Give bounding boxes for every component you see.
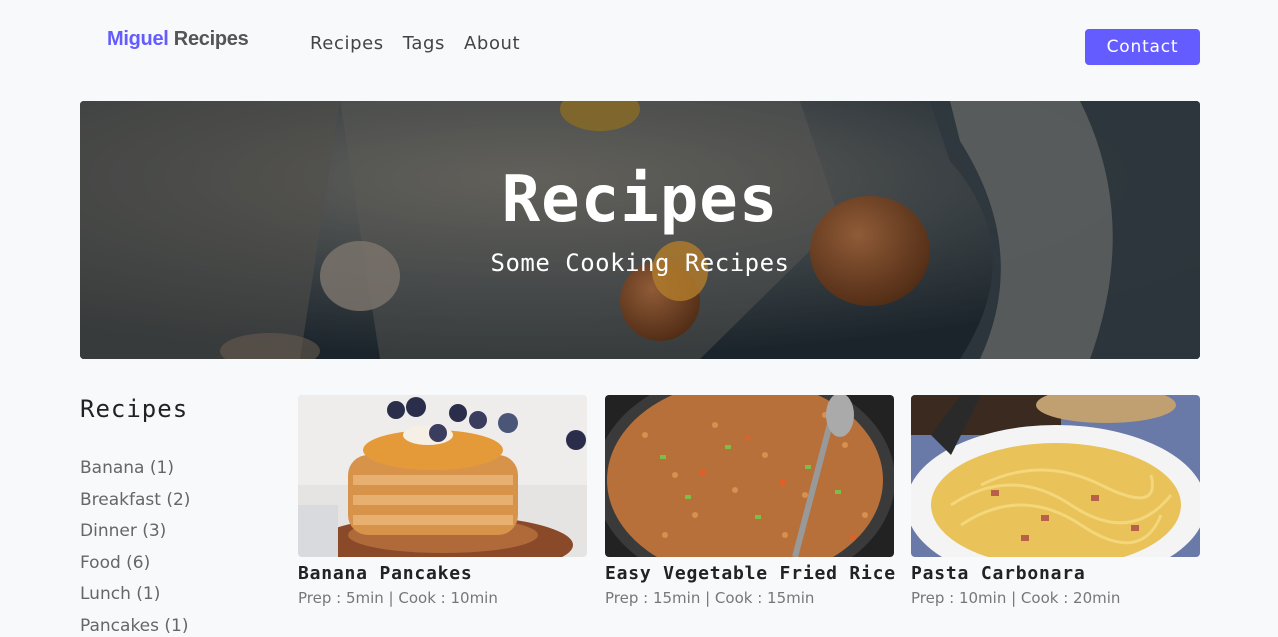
- tag-list: Banana (1) Breakfast (2) Dinner (3) Food…: [80, 453, 280, 637]
- navbar: Miguel Recipes Recipes Tags About Contac…: [0, 0, 1278, 92]
- nav-link-about[interactable]: About: [464, 33, 520, 54]
- nav-link-tags[interactable]: Tags: [403, 33, 445, 54]
- brand-second: Recipes: [173, 28, 249, 50]
- nav-link-recipes[interactable]: Recipes: [310, 33, 384, 54]
- recipe-card-fried-rice[interactable]: Easy Vegetable Fried Rice Prep : 15min |…: [605, 395, 896, 607]
- brand-logo[interactable]: Miguel Recipes: [107, 28, 249, 51]
- recipe-meta: Prep : 15min | Cook : 15min: [605, 589, 815, 607]
- tag-link-food[interactable]: Food (6): [80, 548, 280, 580]
- nav-links: Recipes Tags About: [310, 33, 520, 54]
- fried-rice-image: [605, 395, 894, 557]
- brand-first: Miguel: [107, 28, 169, 50]
- tag-link-banana[interactable]: Banana (1): [80, 453, 280, 485]
- recipe-title: Easy Vegetable Fried Rice: [605, 563, 896, 584]
- tag-link-dinner[interactable]: Dinner (3): [80, 516, 280, 548]
- pasta-carbonara-image: [911, 395, 1200, 557]
- hero-subtitle: Some Cooking Recipes: [490, 249, 790, 277]
- hero-text: Recipes Some Cooking Recipes: [80, 101, 1200, 359]
- banana-pancakes-image: [298, 395, 587, 557]
- recipe-title: Pasta Carbonara: [911, 563, 1086, 584]
- recipe-meta: Prep : 5min | Cook : 10min: [298, 589, 498, 607]
- tag-link-lunch[interactable]: Lunch (1): [80, 579, 280, 611]
- tag-link-pancakes[interactable]: Pancakes (1): [80, 611, 280, 637]
- hero-banner: Recipes Some Cooking Recipes: [80, 101, 1200, 359]
- contact-button[interactable]: Contact: [1085, 29, 1200, 65]
- recipe-title: Banana Pancakes: [298, 563, 473, 584]
- recipe-card-pasta-carbonara[interactable]: Pasta Carbonara Prep : 10min | Cook : 20…: [911, 395, 1200, 607]
- tags-sidebar: Recipes Banana (1) Breakfast (2) Dinner …: [80, 395, 280, 637]
- recipe-card-banana-pancakes[interactable]: Banana Pancakes Prep : 5min | Cook : 10m…: [298, 395, 587, 607]
- hero-title: Recipes: [501, 163, 779, 237]
- sidebar-title: Recipes: [80, 395, 189, 423]
- recipe-meta: Prep : 10min | Cook : 20min: [911, 589, 1121, 607]
- tag-link-breakfast[interactable]: Breakfast (2): [80, 485, 280, 517]
